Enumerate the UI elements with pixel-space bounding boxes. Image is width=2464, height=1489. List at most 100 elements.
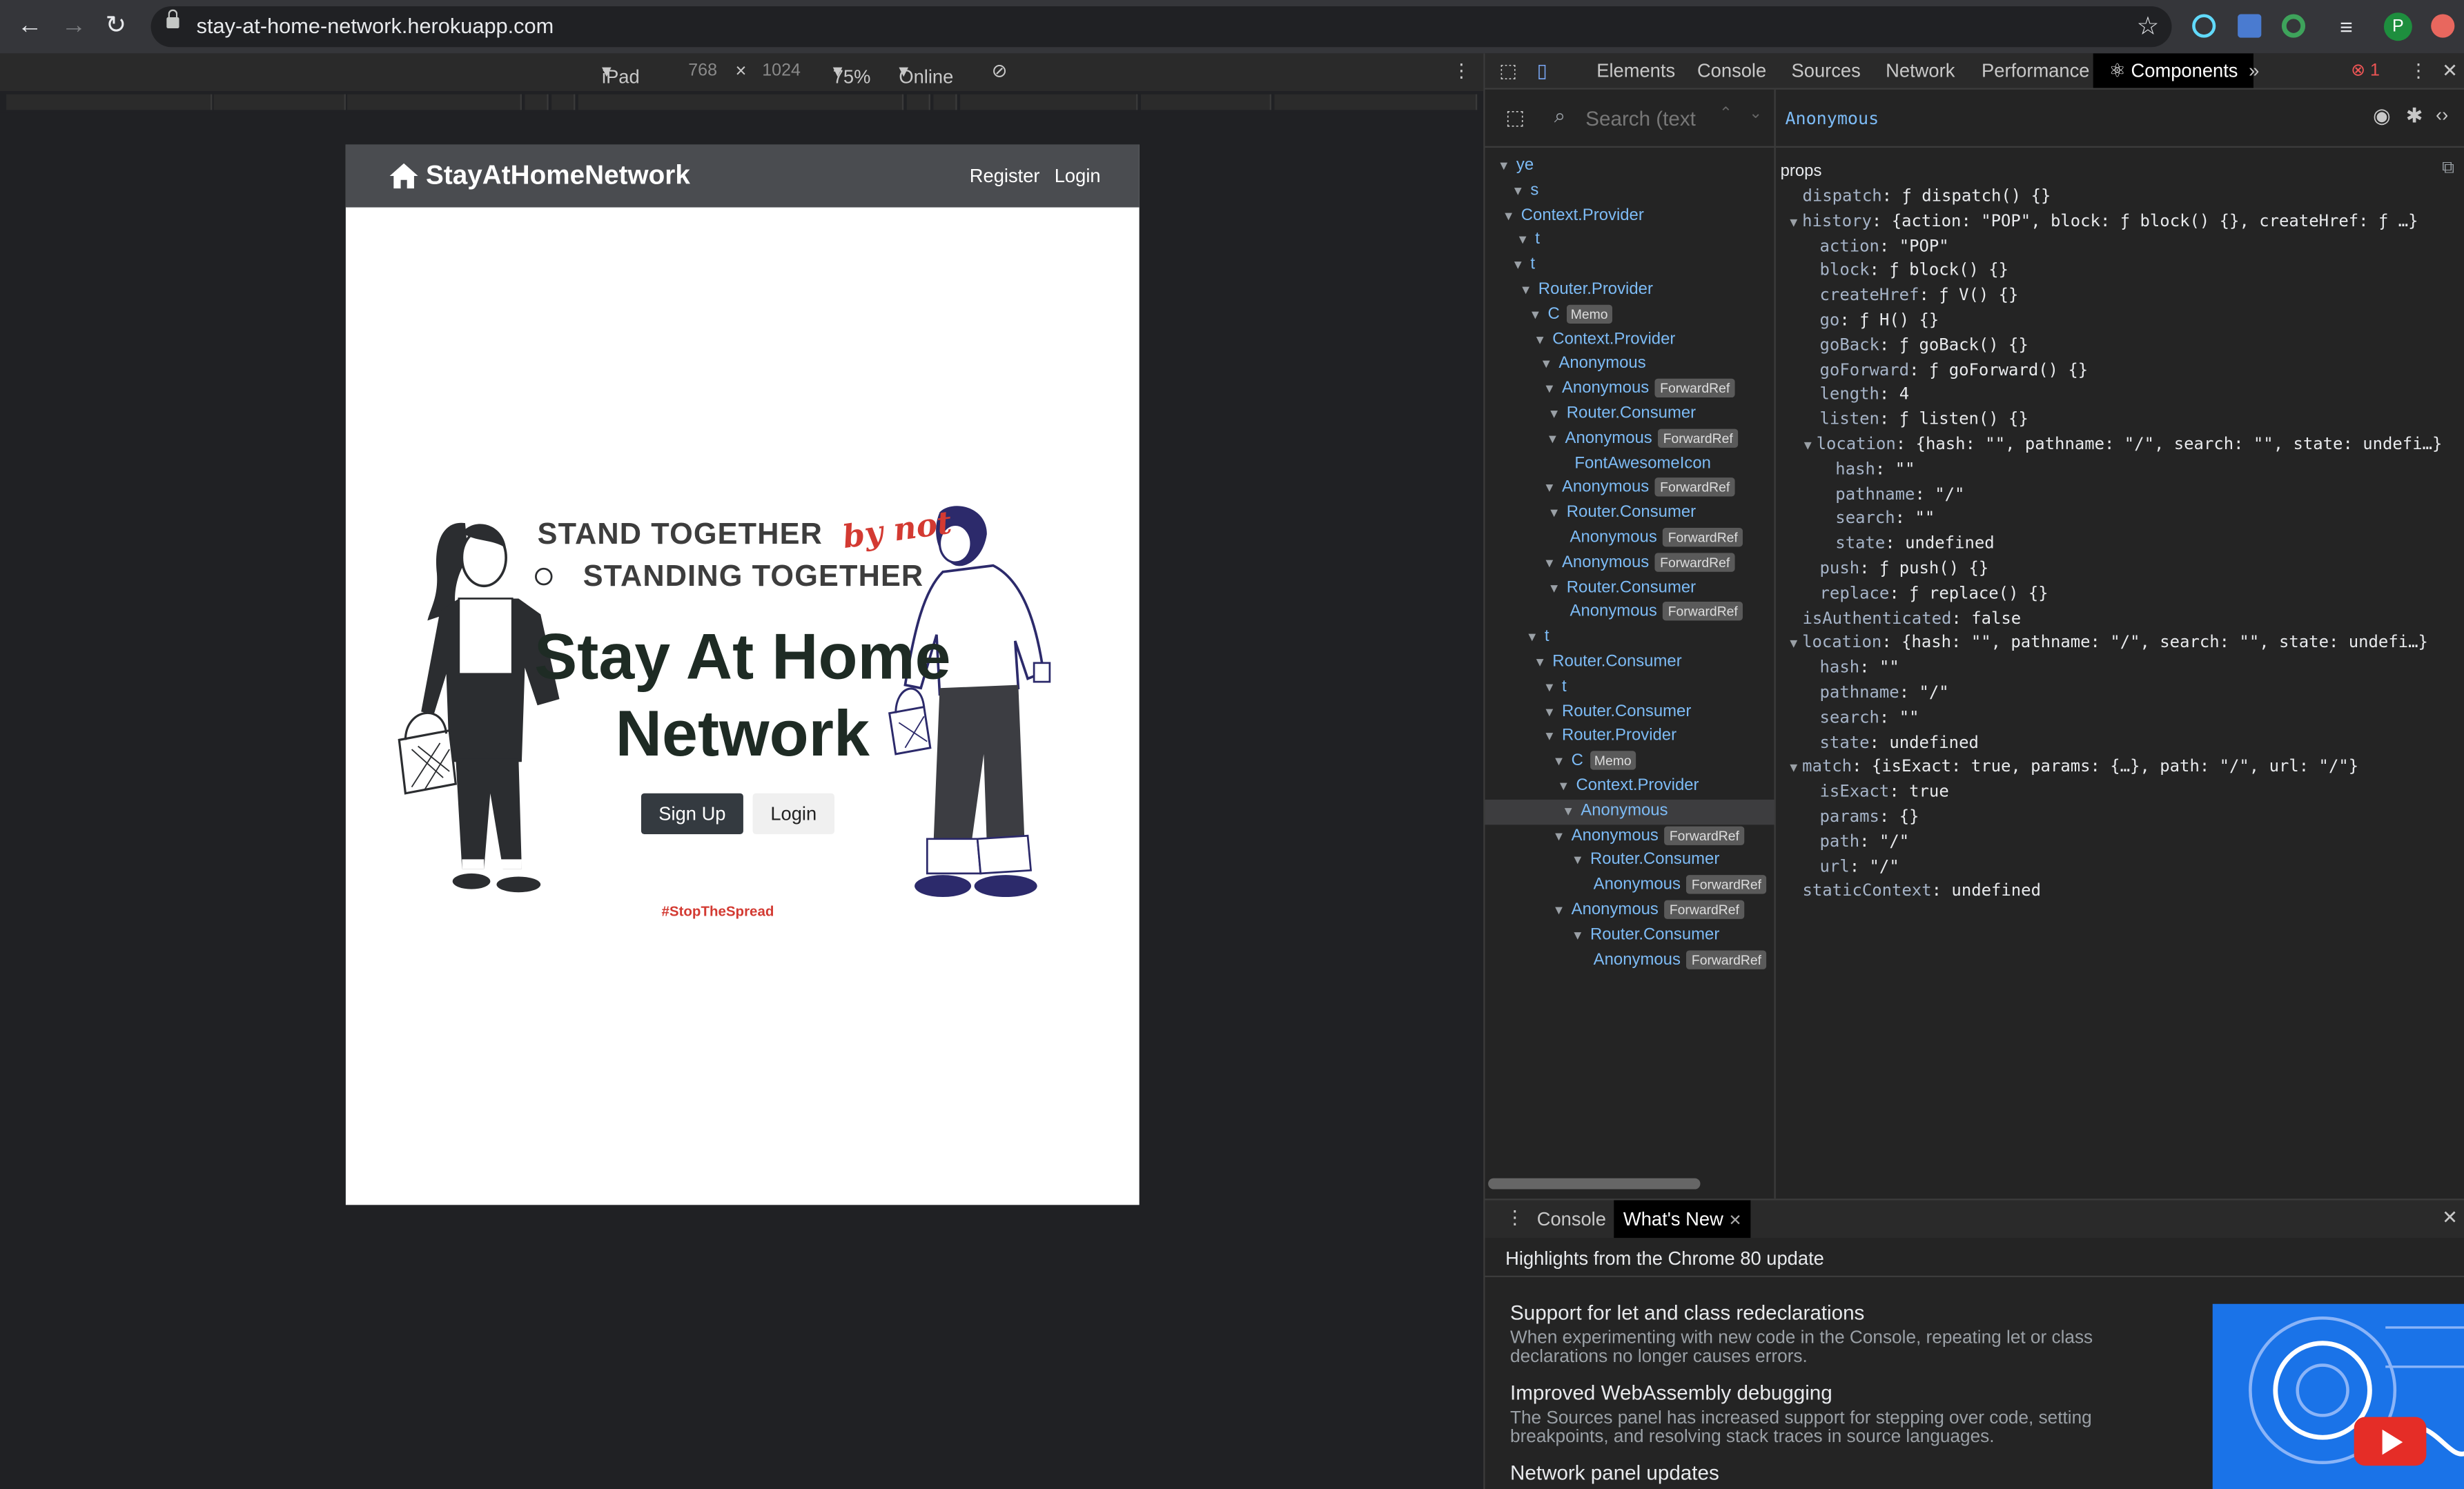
expand-arrow-icon[interactable]: ▼ — [1512, 258, 1524, 272]
prop-row[interactable]: pathname: "/" — [1820, 682, 1949, 707]
tab-performance[interactable]: Performance — [1982, 60, 2089, 82]
expand-arrow-icon[interactable]: ▼ — [1503, 208, 1515, 222]
tree-node[interactable]: ▼ t — [1485, 676, 1774, 700]
prop-row[interactable]: state: undefined — [1820, 731, 1979, 756]
tree-node[interactable]: ▼ Router.Consumer — [1485, 923, 1774, 948]
extension-target-icon[interactable] — [2281, 14, 2306, 38]
tree-node[interactable]: Anonymous ForwardRef — [1485, 526, 1774, 551]
expand-arrow-icon[interactable]: ▼ — [1516, 233, 1529, 247]
search-prev-icon[interactable]: ⌃ — [1719, 106, 1732, 123]
expand-arrow-icon[interactable]: ▼ — [1540, 357, 1552, 371]
select-component-icon[interactable]: ⬚ — [1505, 106, 1525, 130]
expand-arrow-icon[interactable]: ▼ — [1512, 184, 1524, 197]
reload-icon[interactable]: ↻ — [106, 12, 127, 41]
media-query-segment[interactable] — [525, 94, 549, 110]
inspect-element-icon[interactable]: ⬚ — [1499, 60, 1517, 82]
forward-icon[interactable]: → — [61, 12, 86, 41]
tree-node[interactable]: Anonymous ForwardRef — [1485, 874, 1774, 898]
more-options-icon[interactable]: ⋮ — [1452, 60, 1471, 82]
prop-row[interactable]: search: "" — [1820, 707, 1919, 731]
expand-arrow-icon[interactable]: ▼ — [1526, 630, 1538, 644]
tree-node[interactable]: ▼ Context.Provider — [1485, 328, 1774, 353]
tree-node[interactable]: ▼ Router.Consumer — [1485, 849, 1774, 874]
prop-row[interactable]: push: ƒ push() {} — [1820, 558, 1989, 582]
prop-row[interactable]: staticContext: undefined — [1802, 880, 2041, 905]
media-query-segment[interactable] — [933, 94, 957, 110]
media-query-segment[interactable] — [1274, 94, 1478, 110]
expand-arrow-icon[interactable]: ▼ — [1534, 655, 1546, 669]
prop-row[interactable]: block: ƒ block() {} — [1820, 260, 2009, 285]
height-input[interactable]: 1024 — [762, 61, 801, 80]
expand-arrow-icon[interactable]: ▼ — [1543, 382, 1556, 396]
expand-arrow-icon[interactable]: ▼ — [1790, 215, 1797, 228]
nav-register-link[interactable]: Register — [970, 165, 1040, 187]
devtools-menu-icon[interactable]: ⋮ — [2409, 60, 2427, 82]
expand-arrow-icon[interactable]: ▼ — [1557, 779, 1570, 793]
signup-button[interactable]: Sign Up — [641, 793, 743, 834]
tree-node[interactable]: ▼ Anonymous ForwardRef — [1485, 898, 1774, 923]
expand-arrow-icon[interactable]: ▼ — [1790, 761, 1797, 775]
prop-row[interactable]: state: undefined — [1835, 533, 1994, 558]
prop-row[interactable]: params: {} — [1820, 806, 1919, 831]
tree-node[interactable]: FontAwesomeIcon — [1485, 452, 1774, 477]
expand-arrow-icon[interactable]: ▼ — [1543, 704, 1556, 718]
tree-node[interactable]: ▼ C Memo — [1485, 303, 1774, 328]
prop-row[interactable]: ▼ location: {hash: "", pathname: "/", sea… — [1804, 433, 2443, 458]
react-devtools-icon[interactable] — [2192, 14, 2216, 38]
expand-arrow-icon[interactable]: ▼ — [1572, 854, 1584, 867]
expand-arrow-icon[interactable]: ▼ — [1548, 580, 1561, 594]
bookmark-star-icon[interactable]: ☆ — [2137, 11, 2160, 43]
prop-row[interactable]: go: ƒ H() {} — [1820, 310, 1939, 335]
media-query-segment[interactable] — [960, 94, 1138, 110]
media-query-segment[interactable] — [551, 94, 576, 110]
media-query-segment[interactable] — [6, 94, 213, 110]
prop-row[interactable]: length: 4 — [1820, 384, 1910, 408]
video-thumbnail[interactable] — [2212, 1303, 2464, 1489]
news-title[interactable]: Improved WebAssembly debugging — [1510, 1381, 1832, 1404]
tree-node[interactable]: ▼ Anonymous — [1485, 799, 1774, 825]
media-query-segment[interactable] — [213, 94, 346, 110]
expand-arrow-icon[interactable]: ▼ — [1552, 754, 1565, 768]
prop-row[interactable]: url: "/" — [1820, 856, 1899, 880]
rotate-icon[interactable]: ⊘ — [992, 60, 1008, 82]
tree-node[interactable]: ▼ t — [1485, 626, 1774, 651]
device-toggle-icon[interactable]: ▯ — [1537, 60, 1547, 82]
tab-components[interactable]: ⚛ Components — [2093, 53, 2254, 88]
tab-sources[interactable]: Sources — [1792, 60, 1861, 82]
media-query-segment[interactable] — [1140, 94, 1271, 110]
tree-node[interactable]: ▼ t — [1485, 253, 1774, 278]
prop-row[interactable]: isExact: true — [1820, 781, 1949, 806]
tree-node[interactable]: ▼ ye — [1485, 154, 1774, 179]
prop-row[interactable]: ▼ location: {hash: "", pathname: "/", sea… — [1790, 632, 2428, 657]
prop-row[interactable]: search: "" — [1835, 508, 1935, 533]
device-select[interactable]: iPad ▾ — [602, 60, 640, 88]
prop-row[interactable]: goForward: ƒ goForward() {} — [1820, 359, 2089, 384]
prop-row[interactable]: action: "POP" — [1820, 235, 1949, 260]
tree-node[interactable]: ▼ Anonymous ForwardRef — [1485, 551, 1774, 576]
debug-bug-icon[interactable]: ✱ — [2406, 103, 2423, 128]
tree-node[interactable]: ▼ C Memo — [1485, 749, 1774, 774]
prop-row[interactable]: createHref: ƒ V() {} — [1820, 285, 2019, 310]
prop-row[interactable]: listen: ƒ listen() {} — [1820, 408, 2028, 433]
media-query-segment[interactable] — [347, 94, 522, 110]
login-button[interactable]: Login — [752, 793, 834, 834]
tree-node[interactable]: ▼ Anonymous ForwardRef — [1485, 477, 1774, 502]
prop-row[interactable]: hash: "" — [1835, 458, 1915, 483]
close-tab-icon[interactable]: ✕ — [1728, 1213, 1741, 1230]
search-next-icon[interactable]: ⌄ — [1749, 106, 1762, 123]
expand-arrow-icon[interactable]: ▼ — [1552, 903, 1565, 917]
expand-arrow-icon[interactable]: ▼ — [1529, 308, 1541, 322]
profile-avatar[interactable]: P — [2383, 12, 2412, 41]
youtube-play-icon[interactable] — [2354, 1417, 2427, 1466]
width-input[interactable]: 768 — [688, 61, 717, 80]
tree-node[interactable]: ▼ Context.Provider — [1485, 204, 1774, 228]
expand-arrow-icon[interactable]: ▼ — [1520, 283, 1532, 297]
prop-row[interactable]: path: "/" — [1820, 831, 1910, 856]
expand-arrow-icon[interactable]: ▼ — [1543, 680, 1556, 693]
horizontal-scrollbar[interactable] — [1488, 1178, 1701, 1190]
tree-node[interactable]: ▼ t — [1485, 228, 1774, 253]
back-icon[interactable]: ← — [17, 12, 42, 41]
drawer-tab-whats-new[interactable]: What's New ✕ — [1614, 1200, 1752, 1239]
url-text[interactable]: stay-at-home-network.herokuapp.com — [197, 14, 554, 37]
tab-network[interactable]: Network — [1886, 60, 1955, 82]
